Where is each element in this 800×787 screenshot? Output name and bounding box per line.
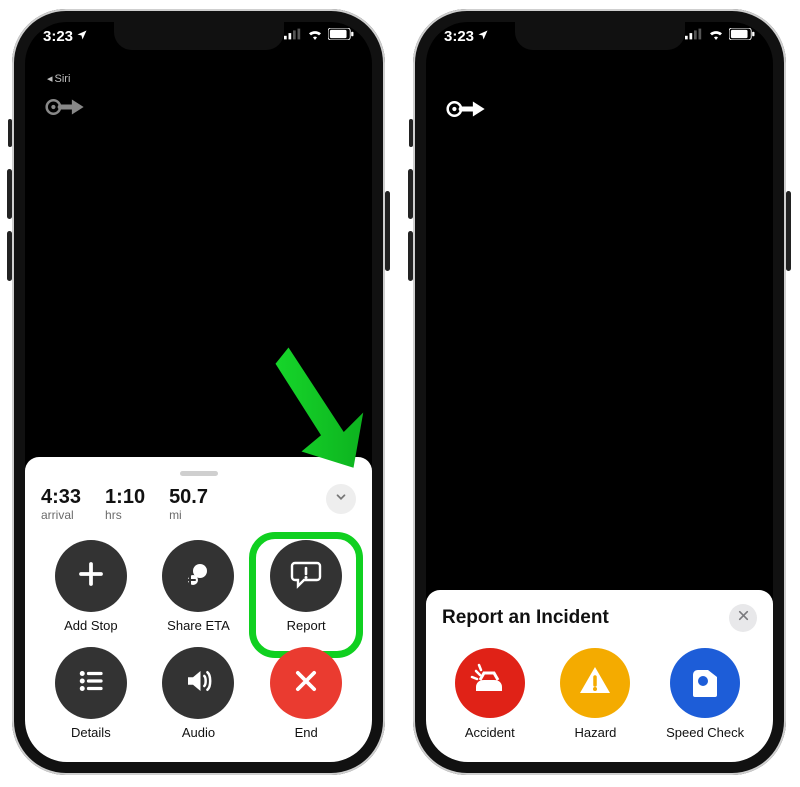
close-icon [737, 609, 750, 627]
speaker-icon [183, 666, 213, 701]
notch [114, 22, 284, 50]
list-icon [76, 666, 106, 701]
battery-icon [328, 28, 354, 43]
report-icon [289, 557, 323, 596]
incident-accident-button[interactable]: Accident [455, 648, 525, 740]
stat-distance: 50.7 mi [169, 486, 208, 522]
share-eta-button[interactable]: Share ETA [149, 540, 249, 633]
phone-frame-right: 3:23 [413, 9, 786, 775]
speed-check-icon [685, 661, 725, 706]
chevron-down-icon [334, 490, 348, 509]
location-services-icon [76, 28, 88, 45]
sheet-title: Report an Incident [442, 607, 609, 629]
phone-screen-right: 3:23 [426, 22, 773, 762]
notch [515, 22, 685, 50]
nav-turn-bar [25, 85, 372, 129]
audio-button[interactable]: Audio [149, 647, 249, 740]
incident-speed-check-button[interactable]: Speed Check [666, 648, 744, 740]
incident-hazard-button[interactable]: Hazard [560, 648, 630, 740]
hazard-icon [575, 661, 615, 706]
nav-turn-bar [426, 87, 773, 131]
sheet-grabber[interactable] [180, 471, 218, 476]
annotation-arrow-icon [266, 341, 372, 471]
turn-right-icon [45, 92, 87, 122]
cell-signal-icon [685, 28, 703, 43]
report-incident-sheet: Report an Incident Accident [426, 590, 773, 762]
close-sheet-button[interactable] [729, 604, 757, 632]
status-time: 3:23 [444, 28, 474, 45]
add-stop-button[interactable]: Add Stop [41, 540, 141, 633]
details-button[interactable]: Details [41, 647, 141, 740]
phone-screen-left: 3:23 [25, 22, 372, 762]
wifi-icon [708, 28, 724, 43]
report-button[interactable]: Report [256, 540, 356, 633]
cell-signal-icon [284, 28, 302, 43]
location-services-icon [477, 28, 489, 45]
share-eta-icon [182, 558, 214, 595]
close-icon [292, 667, 320, 700]
wifi-icon [307, 28, 323, 43]
stat-arrival: 4:33 arrival [41, 486, 81, 522]
collapse-sheet-button[interactable] [326, 484, 356, 514]
nav-bottom-sheet: 4:33 arrival 1:10 hrs 50.7 mi [25, 457, 372, 762]
plus-icon [76, 559, 106, 594]
end-route-button[interactable]: End [256, 647, 356, 740]
stat-duration: 1:10 hrs [105, 486, 145, 522]
phone-frame-left: 3:23 [12, 9, 385, 775]
status-time: 3:23 [43, 28, 73, 45]
turn-right-icon [446, 94, 488, 124]
accident-icon [470, 661, 510, 706]
siri-breadcrumb[interactable]: ◂Siri [25, 72, 372, 85]
battery-icon [729, 28, 755, 43]
